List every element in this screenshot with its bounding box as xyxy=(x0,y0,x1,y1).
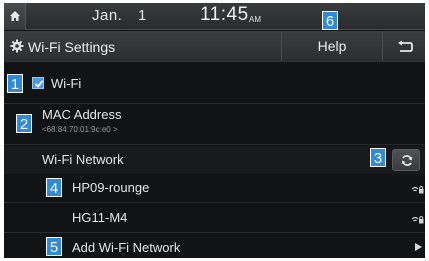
help-button[interactable]: Help xyxy=(281,32,383,61)
network-name: HP09-rounge xyxy=(72,180,150,195)
wifi-toggle-label: Wi-Fi xyxy=(51,76,82,91)
wifi-settings-screen: Jan. 1 11:45 AM Wi-Fi Settings Help Wi-F… xyxy=(4,3,425,258)
home-button[interactable] xyxy=(4,3,26,30)
add-network-label: Add Wi-Fi Network xyxy=(72,240,181,255)
back-button[interactable] xyxy=(385,32,425,61)
network-name: HG11-M4 xyxy=(72,210,128,225)
clock-time: 11:45 xyxy=(200,4,249,25)
status-bar: Jan. 1 11:45 AM xyxy=(4,3,425,30)
callout-badge-5: 5 xyxy=(46,237,62,256)
back-icon xyxy=(398,40,413,52)
check-icon xyxy=(34,80,44,88)
home-icon xyxy=(10,11,20,21)
wifi-lock-icon xyxy=(412,216,424,224)
callout-badge-2: 2 xyxy=(16,114,32,133)
page-title: Wi-Fi Settings xyxy=(28,39,116,55)
wifi-network-section-label: Wi-Fi Network xyxy=(42,152,124,167)
callout-badge-6: 6 xyxy=(322,11,338,30)
title-bar: Wi-Fi Settings Help xyxy=(4,31,425,63)
help-label: Help xyxy=(317,38,347,54)
date-month: Jan. xyxy=(92,7,123,24)
network-row[interactable] xyxy=(4,204,425,233)
wifi-lock-icon xyxy=(412,186,424,194)
date-day: 1 xyxy=(138,7,147,24)
wifi-checkbox[interactable] xyxy=(32,77,44,89)
gear-icon xyxy=(10,39,24,53)
mac-address-value: <68:84:70:01:9c:e0 > xyxy=(42,125,118,134)
mac-address-label: MAC Address xyxy=(42,107,122,122)
callout-badge-4: 4 xyxy=(46,178,62,197)
refresh-icon xyxy=(401,155,413,166)
refresh-button[interactable] xyxy=(392,149,420,171)
add-network-row[interactable] xyxy=(4,234,425,258)
callout-badge-3: 3 xyxy=(370,148,386,167)
clock-ampm: AM xyxy=(249,15,261,24)
chevron-right-icon xyxy=(415,243,422,251)
network-row[interactable] xyxy=(4,175,425,203)
callout-badge-1: 1 xyxy=(7,74,23,93)
